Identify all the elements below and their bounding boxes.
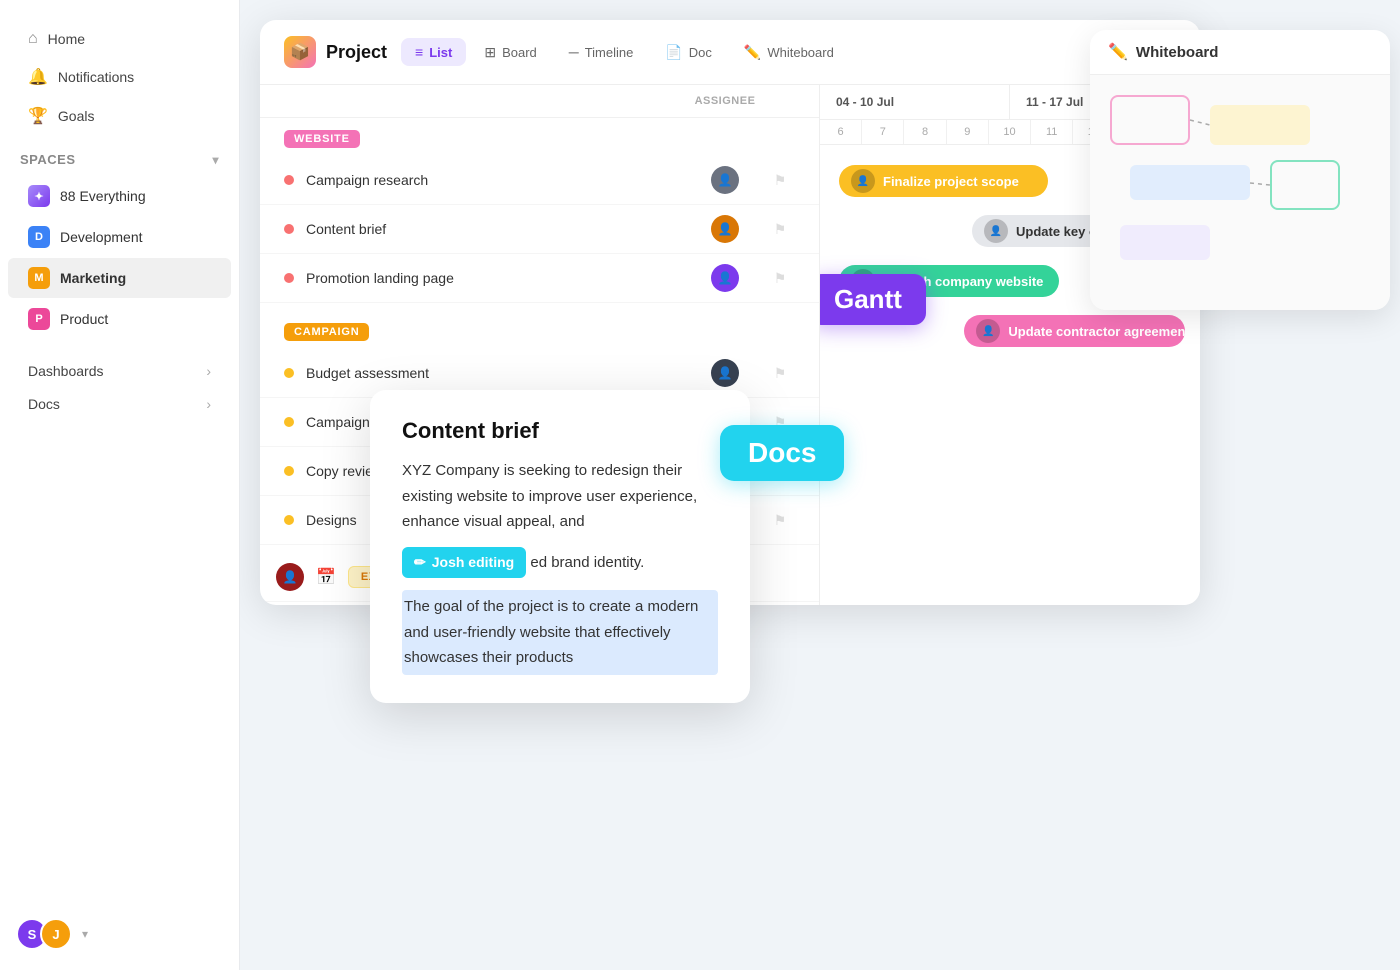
sidebar-bottom: S J ▾ xyxy=(0,918,239,950)
chevron-right-icon: › xyxy=(206,396,211,412)
task-row[interactable]: Promotion landing page 👤 ⚑ xyxy=(260,254,819,303)
avatar: 👤 xyxy=(276,563,304,591)
wb-shape xyxy=(1130,165,1250,200)
avatar: 👤 xyxy=(711,359,739,387)
editing-bar: ✏ Josh editing xyxy=(402,547,526,579)
task-dot xyxy=(284,175,294,185)
project-header: 📦 Project ≡ List ⊞ Board ─ Timeline 📄 Do… xyxy=(260,20,1200,85)
table-header: ASSIGNEE xyxy=(260,85,819,118)
gantt-day: 7 xyxy=(862,120,904,144)
avatar: 👤 xyxy=(711,264,739,292)
whiteboard-content xyxy=(1090,75,1390,310)
sidebar-item-dashboards[interactable]: Dashboards › xyxy=(8,355,231,387)
gantt-day: 11 xyxy=(1031,120,1073,144)
sidebar: ⌂ Home 🔔 Notifications 🏆 Goals Spaces ▾ … xyxy=(0,0,240,970)
task-dot xyxy=(284,466,294,476)
wb-shape xyxy=(1120,225,1210,260)
bell-icon: 🔔 xyxy=(28,67,48,87)
task-row[interactable]: Campaign research 👤 ⚑ xyxy=(260,156,819,205)
docs-badge: Docs xyxy=(720,425,844,481)
gantt-day: 8 xyxy=(904,120,946,144)
campaign-section-header: CAMPAIGN xyxy=(260,311,819,349)
task-row[interactable]: Content brief 👤 ⚑ xyxy=(260,205,819,254)
task-dot xyxy=(284,515,294,525)
pen-icon: ✏️ xyxy=(1108,42,1128,62)
list-icon: ≡ xyxy=(415,44,423,60)
avatar-j: J xyxy=(40,918,72,950)
trophy-icon: 🏆 xyxy=(28,106,48,126)
project-title: Project xyxy=(326,42,387,63)
board-icon: ⊞ xyxy=(484,44,496,61)
flag-icon: ⚑ xyxy=(765,270,795,287)
dev-badge-icon: D xyxy=(28,226,50,248)
chevron-right-icon: › xyxy=(206,363,211,379)
gantt-week-1: 04 - 10 Jul xyxy=(820,85,1010,119)
whiteboard-header: ✏️ Whiteboard xyxy=(1090,30,1390,75)
campaign-badge: CAMPAIGN xyxy=(284,323,369,341)
task-dot xyxy=(284,368,294,378)
sidebar-item-development[interactable]: D Development xyxy=(8,217,231,257)
everything-badge-icon: ✦ xyxy=(28,185,50,207)
gantt-day: 10 xyxy=(989,120,1031,144)
task-dot xyxy=(284,224,294,234)
nav-tabs: ≡ List ⊞ Board ─ Timeline 📄 Doc ✏️ Wh xyxy=(401,38,848,67)
wb-shape xyxy=(1270,160,1340,210)
docs-popup-body: XYZ Company is seeking to redesign their… xyxy=(402,458,718,675)
sidebar-item-docs[interactable]: Docs › xyxy=(8,388,231,420)
gantt-day: 9 xyxy=(947,120,989,144)
sidebar-item-notifications[interactable]: 🔔 Notifications xyxy=(8,58,231,96)
tab-doc[interactable]: 📄 Doc xyxy=(651,38,726,67)
gantt-label-badge: Gantt xyxy=(820,274,926,325)
calendar-icon: 📅 xyxy=(316,567,336,587)
pen-icon: ✏ xyxy=(414,551,426,575)
timeline-icon: ─ xyxy=(569,44,579,60)
avatar: 👤 xyxy=(711,215,739,243)
avatar-chevron-icon[interactable]: ▾ xyxy=(82,927,88,941)
whiteboard-icon: ✏️ xyxy=(744,44,761,61)
product-badge-icon: P xyxy=(28,308,50,330)
bar-avatar: 👤 xyxy=(976,319,1000,343)
task-dot xyxy=(284,273,294,283)
home-icon: ⌂ xyxy=(28,30,38,48)
website-badge: WEBSITE xyxy=(284,130,360,148)
wb-shape xyxy=(1210,105,1310,145)
website-section-header: WEBSITE xyxy=(260,118,819,156)
tab-board[interactable]: ⊞ Board xyxy=(470,38,550,67)
docs-popup: Content brief XYZ Company is seeking to … xyxy=(370,390,750,703)
wb-shape xyxy=(1110,95,1190,145)
highlighted-text: The goal of the project is to create a m… xyxy=(402,590,718,675)
spaces-header: Spaces ▾ xyxy=(0,136,239,175)
tab-list[interactable]: ≡ List xyxy=(401,38,466,66)
flag-icon: ⚑ xyxy=(765,172,795,189)
flag-icon: ⚑ xyxy=(765,512,795,529)
marketing-badge-icon: M xyxy=(28,267,50,289)
gantt-day: 6 xyxy=(820,120,862,144)
sidebar-item-marketing[interactable]: M Marketing xyxy=(8,258,231,298)
flag-icon: ⚑ xyxy=(765,365,795,382)
task-dot xyxy=(284,417,294,427)
bar-avatar: 👤 xyxy=(851,169,875,193)
gantt-bar-contractor: 👤 Update contractor agreement xyxy=(964,315,1184,347)
whiteboard-window: ✏️ Whiteboard xyxy=(1090,30,1390,310)
sidebar-item-product[interactable]: P Product xyxy=(8,299,231,339)
avatar: 👤 xyxy=(711,166,739,194)
project-icon: 📦 xyxy=(284,36,316,68)
docs-popup-title: Content brief xyxy=(402,418,718,444)
sidebar-item-everything[interactable]: ✦ 88 Everything xyxy=(8,176,231,216)
main-area: 📦 Project ≡ List ⊞ Board ─ Timeline 📄 Do… xyxy=(240,0,1400,970)
sidebar-item-home[interactable]: ⌂ Home xyxy=(8,21,231,57)
doc-icon: 📄 xyxy=(665,44,682,61)
tab-whiteboard[interactable]: ✏️ Whiteboard xyxy=(730,38,848,67)
bar-avatar: 👤 xyxy=(984,219,1008,243)
tab-timeline[interactable]: ─ Timeline xyxy=(555,38,648,66)
avatar-group: S J xyxy=(16,918,72,950)
gantt-bar-finalize: 👤 Finalize project scope xyxy=(839,165,1048,197)
chevron-down-icon[interactable]: ▾ xyxy=(212,153,219,167)
sidebar-item-goals[interactable]: 🏆 Goals xyxy=(8,97,231,135)
flag-icon: ⚑ xyxy=(765,221,795,238)
